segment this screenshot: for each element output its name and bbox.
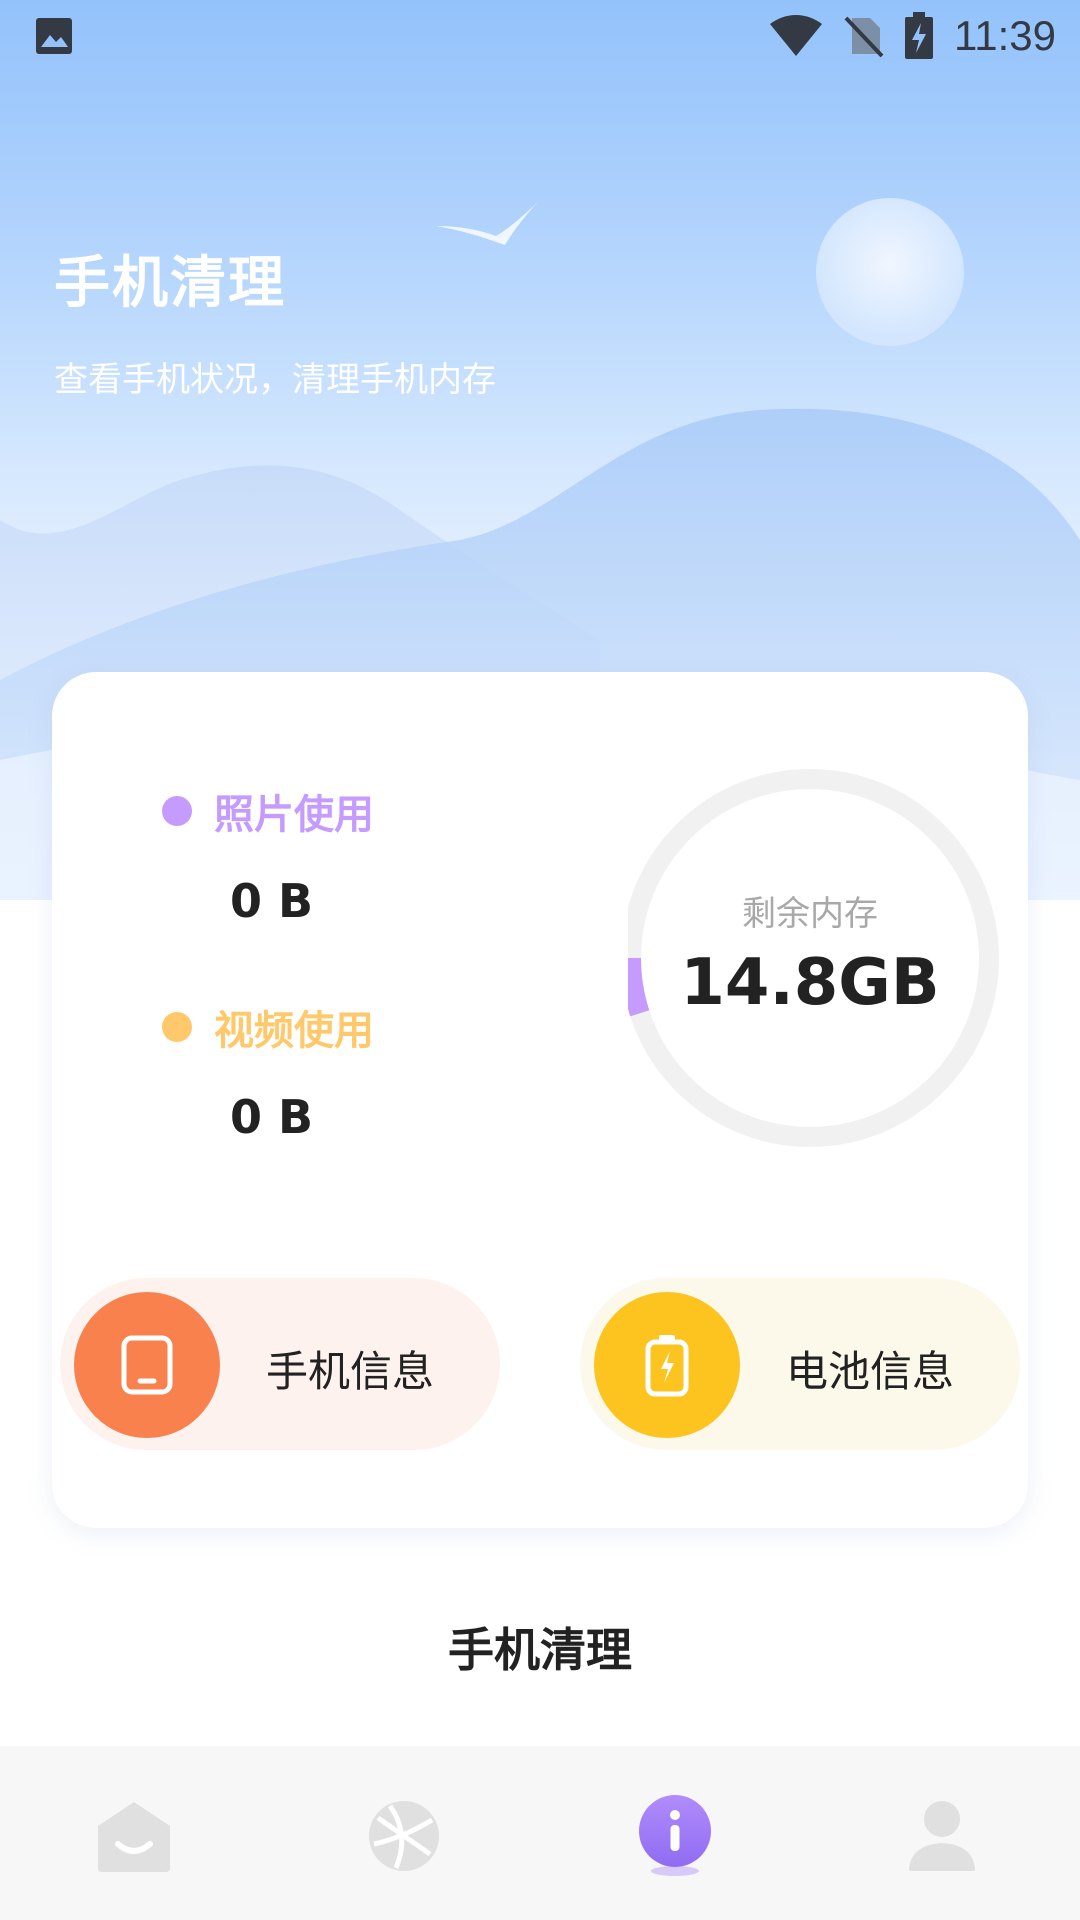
video-dot (162, 1012, 192, 1042)
home-icon (98, 1802, 170, 1872)
bird-shape (436, 202, 538, 245)
section-title: 手机清理 (448, 1623, 632, 1677)
info-icon (639, 1795, 711, 1876)
image-icon (36, 18, 72, 54)
no-sim-icon (844, 16, 884, 58)
storage-card: 照片使用 0 B 视频使用 0 B 剩余内存 14.8GB 手机信息 电池信息 (52, 672, 1028, 1528)
sun-shape (816, 198, 964, 346)
video-usage-label: 视频使用 (214, 1008, 374, 1054)
nav-discover[interactable] (354, 1786, 454, 1886)
photo-usage-label: 照片使用 (214, 792, 374, 838)
video-usage-value: 0 B (230, 1090, 314, 1144)
photo-dot (162, 796, 192, 826)
status-bar: 11:39 (0, 0, 1080, 72)
remaining-storage-value: 14.8GB (680, 946, 940, 1020)
page-title: 手机清理 (54, 251, 286, 316)
phone-info-label: 手机信息 (266, 1347, 435, 1396)
bottom-nav (0, 1746, 1080, 1920)
globe-icon (369, 1801, 439, 1871)
nav-profile[interactable] (892, 1786, 992, 1886)
remaining-storage-ring: 剩余内存 14.8GB (628, 768, 1008, 1148)
nav-info[interactable] (625, 1786, 725, 1886)
phone-icon (121, 1335, 173, 1395)
page-subtitle: 查看手机状况，清理手机内存 (54, 360, 496, 400)
photo-usage-value: 0 B (230, 874, 314, 928)
status-time: 11:39 (954, 12, 1056, 59)
phone-info-button[interactable]: 手机信息 (60, 1278, 500, 1450)
battery-icon-circle (594, 1292, 740, 1438)
battery-info-label: 电池信息 (786, 1347, 955, 1396)
battery-charging-icon (905, 12, 933, 59)
nav-home[interactable] (84, 1786, 184, 1886)
battery-icon (645, 1335, 689, 1397)
battery-info-button[interactable]: 电池信息 (580, 1278, 1020, 1450)
user-icon (909, 1801, 975, 1871)
phone-icon-circle (74, 1292, 220, 1438)
remaining-storage-label: 剩余内存 (742, 894, 878, 934)
wifi-icon (770, 15, 822, 56)
